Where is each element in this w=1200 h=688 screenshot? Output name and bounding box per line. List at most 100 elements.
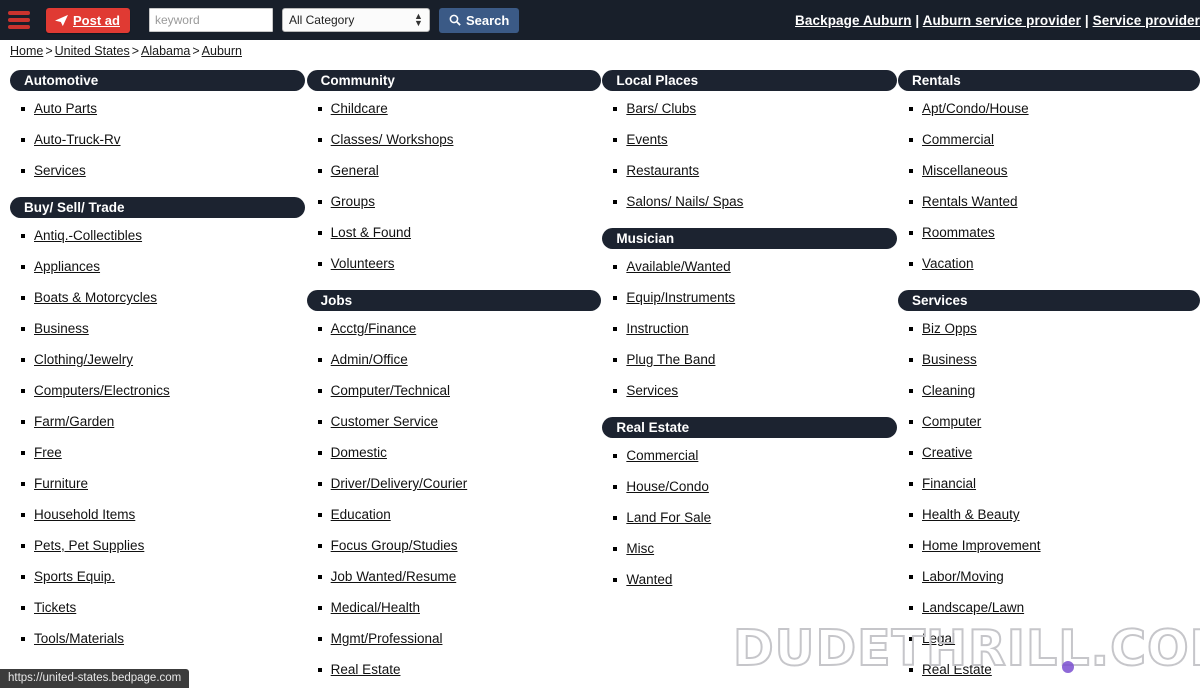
category-link[interactable]: Lost & Found: [331, 225, 411, 240]
category-link[interactable]: Classes/ Workshops: [331, 132, 454, 147]
breadcrumb-item-home[interactable]: Home: [10, 44, 43, 58]
category-link[interactable]: Labor/Moving: [922, 569, 1004, 584]
category-link[interactable]: Free: [34, 445, 62, 460]
category-link[interactable]: Job Wanted/Resume: [331, 569, 457, 584]
category-columns: Automotive Auto Parts Auto-Truck-Rv Service…: [0, 70, 1200, 688]
category-select[interactable]: All Category: [281, 8, 430, 32]
category-link[interactable]: Medical/Health: [331, 600, 420, 615]
category-link[interactable]: Commercial: [922, 132, 994, 147]
category-link[interactable]: Tools/Materials: [34, 631, 124, 646]
category-link[interactable]: Domestic: [331, 445, 387, 460]
list-item: Boats & Motorcycles: [21, 282, 305, 313]
category-link[interactable]: Education: [331, 507, 391, 522]
category-link[interactable]: Acctg/Finance: [331, 321, 417, 336]
list-item: Mgmt/Professional: [317, 623, 602, 654]
category-link[interactable]: Events: [626, 132, 667, 147]
search-input[interactable]: [148, 8, 273, 32]
category-link[interactable]: Services: [34, 163, 86, 178]
category-link[interactable]: Plug The Band: [626, 352, 715, 367]
category-link[interactable]: Misc: [626, 541, 654, 556]
list-item: Furniture: [21, 468, 305, 499]
category-link[interactable]: Creative: [922, 445, 972, 460]
list-item: Sports Equip.: [21, 561, 305, 592]
category-link[interactable]: Focus Group/Studies: [331, 538, 458, 553]
link-service-provider[interactable]: Service provider: [1093, 13, 1200, 28]
category-column-4: Rentals Apt/Condo/House Commercial Miscella…: [898, 70, 1200, 688]
category-link[interactable]: Mgmt/Professional: [331, 631, 443, 646]
list-item: Commercial: [613, 440, 897, 471]
category-link[interactable]: Household Items: [34, 507, 135, 522]
category-link[interactable]: Pets, Pet Supplies: [34, 538, 144, 553]
category-link[interactable]: Home Improvement: [922, 538, 1041, 553]
list-item: Education: [317, 499, 602, 530]
page-root: Post ad All Category ▲▼ Search Backpage …: [0, 0, 1200, 688]
category-link[interactable]: Business: [922, 352, 977, 367]
link-separator: |: [911, 12, 923, 28]
category-link[interactable]: Boats & Motorcycles: [34, 290, 157, 305]
category-link[interactable]: Childcare: [331, 101, 388, 116]
link-separator: |: [1081, 12, 1093, 28]
category-link[interactable]: Tickets: [34, 600, 76, 615]
breadcrumb-item-united-states[interactable]: United States: [55, 44, 130, 58]
category-link[interactable]: Antiq.-Collectibles: [34, 228, 142, 243]
post-ad-button[interactable]: Post ad: [46, 7, 130, 33]
category-link[interactable]: Financial: [922, 476, 976, 491]
category-link[interactable]: Bars/ Clubs: [626, 101, 696, 116]
category-link[interactable]: Rentals Wanted: [922, 194, 1018, 209]
list-item: Job Wanted/Resume: [317, 561, 602, 592]
list-item: Landscape/Lawn: [909, 592, 1200, 623]
category-link[interactable]: Appliances: [34, 259, 100, 274]
category-link[interactable]: Salons/ Nails/ Spas: [626, 194, 743, 209]
category-link[interactable]: Computer/Technical: [331, 383, 450, 398]
category-link[interactable]: Furniture: [34, 476, 88, 491]
category-link[interactable]: Commercial: [626, 448, 698, 463]
category-link[interactable]: Instruction: [626, 321, 688, 336]
search-button[interactable]: Search: [438, 7, 520, 33]
category-link[interactable]: Admin/Office: [331, 352, 408, 367]
category-link[interactable]: Health & Beauty: [922, 507, 1020, 522]
category-link[interactable]: Roommates: [922, 225, 995, 240]
breadcrumb-separator: >: [131, 44, 140, 58]
category-link[interactable]: Wanted: [626, 572, 672, 587]
category-link[interactable]: Services: [626, 383, 678, 398]
section-block: Services Biz Opps Business Cleaning Computer…: [898, 290, 1200, 685]
category-link[interactable]: Farm/Garden: [34, 414, 114, 429]
category-link[interactable]: Volunteers: [331, 256, 395, 271]
category-link[interactable]: Cleaning: [922, 383, 975, 398]
category-link[interactable]: Miscellaneous: [922, 163, 1008, 178]
category-link[interactable]: Driver/Delivery/Courier: [331, 476, 468, 491]
category-link[interactable]: Business: [34, 321, 89, 336]
link-backpage-auburn[interactable]: Backpage Auburn: [795, 13, 912, 28]
category-link[interactable]: Clothing/Jewelry: [34, 352, 133, 367]
category-link[interactable]: Sports Equip.: [34, 569, 115, 584]
category-link[interactable]: Auto Parts: [34, 101, 97, 116]
list-item: Cleaning: [909, 375, 1200, 406]
category-link[interactable]: Available/Wanted: [626, 259, 730, 274]
hamburger-menu-icon[interactable]: [6, 9, 32, 31]
category-link[interactable]: Legal: [922, 631, 955, 646]
category-link[interactable]: House/Condo: [626, 479, 709, 494]
section-block: Community Childcare Classes/ Workshops Gene…: [306, 70, 602, 279]
category-link[interactable]: Computer: [922, 414, 981, 429]
category-link[interactable]: Groups: [331, 194, 375, 209]
category-link[interactable]: Customer Service: [331, 414, 438, 429]
category-link[interactable]: Apt/Condo/House: [922, 101, 1029, 116]
breadcrumb-item-auburn[interactable]: Auburn: [202, 44, 242, 58]
list-item: House/Condo: [613, 471, 897, 502]
category-link[interactable]: Restaurants: [626, 163, 699, 178]
list-item: Acctg/Finance: [317, 313, 602, 344]
category-link[interactable]: Vacation: [922, 256, 974, 271]
category-link[interactable]: General: [331, 163, 379, 178]
category-link[interactable]: Auto-Truck-Rv: [34, 132, 121, 147]
category-link[interactable]: Biz Opps: [922, 321, 977, 336]
category-link[interactable]: Equip/Instruments: [626, 290, 735, 305]
category-link[interactable]: Landscape/Lawn: [922, 600, 1024, 615]
list-item: Rentals Wanted: [909, 186, 1200, 217]
category-link[interactable]: Computers/Electronics: [34, 383, 170, 398]
list-item: Labor/Moving: [909, 561, 1200, 592]
breadcrumb-item-alabama[interactable]: Alabama: [141, 44, 190, 58]
category-link[interactable]: Real Estate: [331, 662, 401, 677]
category-link[interactable]: Real Estate: [922, 662, 992, 677]
category-link[interactable]: Land For Sale: [626, 510, 711, 525]
link-auburn-service-provider[interactable]: Auburn service provider: [923, 13, 1081, 28]
